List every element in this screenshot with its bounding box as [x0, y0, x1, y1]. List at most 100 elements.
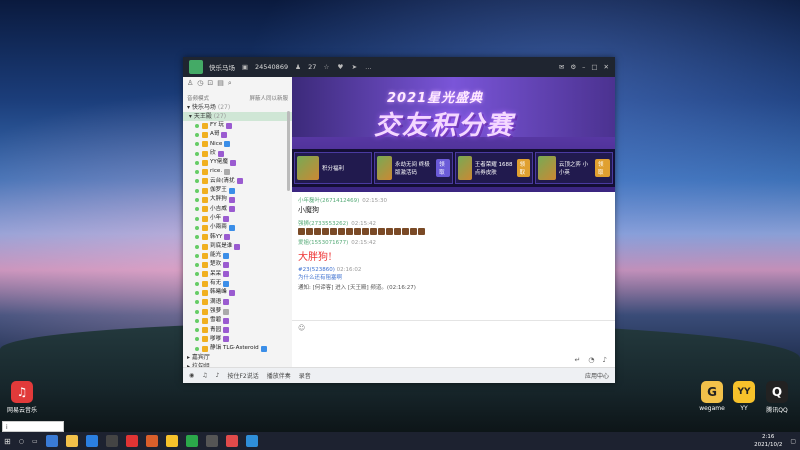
member-name: 到底是谁 — [210, 242, 233, 249]
member-row[interactable]: 能光 — [183, 251, 292, 260]
member-row[interactable]: 欣 — [183, 149, 292, 158]
member-row[interactable]: 有无 — [183, 279, 292, 288]
badge-icon — [202, 252, 208, 259]
lock-icon[interactable]: ⊡ — [207, 79, 213, 91]
member-row[interactable]: Nice — [183, 140, 292, 149]
speaker-icon[interactable]: ♫ — [202, 372, 207, 379]
voice-icon[interactable]: ◔ — [588, 356, 594, 364]
member-name: Nice — [210, 140, 223, 147]
play-accompaniment-button[interactable]: 播放伴奏 — [267, 371, 291, 380]
heart-icon[interactable]: ♥ — [336, 63, 344, 71]
member-row[interactable]: 静诣 TLG·Asteroid — [183, 344, 292, 353]
edge-icon[interactable] — [45, 435, 58, 447]
audio-mode-label[interactable]: 音频模式 — [187, 94, 209, 102]
app-center-button[interactable]: 应用中心 — [585, 371, 609, 380]
channel-parent[interactable]: ▾ 快乐马场 (27) — [183, 103, 292, 112]
event-banner[interactable]: 2021星光盛典 交友积分赛 积分福利 永劫无间 终极版激活码 领取 王者荣耀 1… — [292, 77, 615, 192]
sidebar-scrollbar[interactable] — [287, 111, 290, 191]
member-row[interactable]: 雪碧 — [183, 316, 292, 325]
badge-icon — [223, 317, 230, 324]
clock-icon[interactable]: ◷ — [197, 79, 203, 91]
message-input[interactable]: ☺ ↵ ◔ ♪ — [292, 320, 615, 368]
member-row[interactable]: 呆呆 — [183, 270, 292, 279]
badge-icon — [202, 206, 208, 213]
channel-selected[interactable]: ▾ 天王殿 (27) — [183, 112, 292, 121]
member-row[interactable]: 韩曦峰 — [183, 288, 292, 297]
dog-emoji-icon — [394, 228, 401, 235]
member-row[interactable]: A哥 — [183, 130, 292, 139]
layout-icon[interactable]: ▤ — [217, 79, 224, 91]
search-icon[interactable]: ○ — [19, 438, 24, 445]
folder-icon[interactable] — [65, 435, 78, 447]
member-row[interactable]: 大胖狗 — [183, 195, 292, 204]
member-row[interactable]: FY 玩 — [183, 121, 292, 130]
chat-message-text: 小魔狗 — [298, 206, 319, 214]
qq-icon: Q — [766, 381, 788, 403]
promo-card[interactable]: 云顶之弈 小小英 领取 — [534, 152, 613, 184]
member-name: 韩曦峰 — [210, 289, 227, 296]
chat-username[interactable]: 小年磊叶(2671412469) — [298, 198, 359, 204]
desktop-icon-netease-music[interactable]: ♫ 网易云音乐 — [2, 381, 42, 414]
chrome-icon[interactable] — [185, 435, 198, 447]
member-name: 有无 — [210, 280, 222, 287]
member-name: 满语 — [210, 298, 222, 305]
channel-sidebar: ♙ ◷ ⊡ ▤ ⌕ 音频模式 屏蔽人同以新服 ▾ 快乐马场 (27) ▾ 天王殿… — [183, 77, 293, 370]
user-icon[interactable]: ♙ — [187, 79, 193, 91]
app-icon[interactable] — [225, 435, 238, 447]
member-row[interactable]: 满语 — [183, 298, 292, 307]
close-icon[interactable]: ✕ — [604, 63, 609, 71]
promo-card[interactable]: 永劫无间 终极版激活码 领取 — [374, 152, 453, 184]
member-row[interactable]: YY佬魔 — [183, 158, 292, 167]
member-row[interactable]: 小年 — [183, 214, 292, 223]
minimize-icon[interactable]: – — [582, 63, 585, 71]
avatar-icon[interactable]: ◉ — [189, 372, 194, 379]
gift-icon[interactable]: ✉ — [559, 63, 564, 71]
member-row[interactable]: 云台(清扰 — [183, 177, 292, 186]
task-view-icon[interactable]: ▭ — [32, 438, 38, 445]
claim-button[interactable]: 领取 — [436, 159, 450, 177]
more-icon[interactable]: … — [364, 63, 372, 71]
push-to-talk-label[interactable]: 按住F2说话 — [227, 371, 258, 380]
member-row[interactable]: 强萝 — [183, 307, 292, 316]
enter-icon[interactable]: ↵ — [575, 356, 581, 364]
netease-icon[interactable] — [125, 435, 138, 447]
filter-link[interactable]: 屏蔽人同以新服 — [249, 94, 288, 102]
windows-start-icon[interactable]: ⊞ — [4, 437, 11, 446]
game-icon[interactable] — [145, 435, 158, 447]
share-icon[interactable]: ➤ — [350, 63, 358, 71]
member-row[interactable]: 青园 — [183, 326, 292, 335]
yy-taskbar-icon[interactable] — [165, 435, 178, 447]
group-guest-hall[interactable]: ▸ 嘉宾厅 — [183, 353, 292, 362]
emoji-icon[interactable]: ☺ — [298, 324, 305, 332]
channel-label: 快乐马场 — [191, 104, 216, 111]
settings-icon[interactable]: ⚙ — [570, 63, 576, 71]
notification-icon[interactable]: ▢ — [790, 438, 796, 445]
promo-card[interactable]: 王者荣耀 1688点券皮肤 领取 — [454, 152, 533, 184]
chat-username[interactable]: 强狮(2733553262) — [298, 221, 348, 227]
search-icon[interactable]: ⌕ — [228, 79, 232, 91]
member-row[interactable]: 到底是谁 — [183, 242, 292, 251]
record-button[interactable]: 录音 — [299, 371, 311, 380]
taskbar-search-input[interactable]: i — [2, 421, 64, 432]
claim-button[interactable]: 领取 — [594, 159, 610, 177]
maximize-icon[interactable]: □ — [591, 63, 597, 71]
member-row[interactable]: 小兩兩 — [183, 223, 292, 232]
member-row[interactable]: 嗲嗲 — [183, 335, 292, 344]
member-row[interactable]: rice. — [183, 167, 292, 176]
app-icon[interactable] — [205, 435, 218, 447]
member-row[interactable]: 楚欢 — [183, 260, 292, 269]
member-row[interactable]: 伽罗王 — [183, 186, 292, 195]
promo-card[interactable]: 积分福利 — [294, 152, 373, 184]
app-icon[interactable] — [245, 435, 258, 447]
mic-icon[interactable]: ♪ — [603, 356, 607, 364]
desktop-icon-qq[interactable]: Q 腾讯QQ — [757, 381, 797, 414]
mic-icon[interactable]: ♪ — [216, 372, 220, 379]
taskbar-clock[interactable]: 2:16 2021/10/2 — [754, 433, 782, 449]
claim-button[interactable]: 领取 — [516, 159, 530, 177]
chat-username[interactable]: 爱姐(1553071677) — [298, 240, 348, 246]
member-row[interactable]: 韩YY — [183, 233, 292, 242]
member-row[interactable]: 小吉威 — [183, 205, 292, 214]
store-icon[interactable] — [85, 435, 98, 447]
steam-icon[interactable] — [105, 435, 118, 447]
star-icon[interactable]: ☆ — [322, 63, 330, 71]
